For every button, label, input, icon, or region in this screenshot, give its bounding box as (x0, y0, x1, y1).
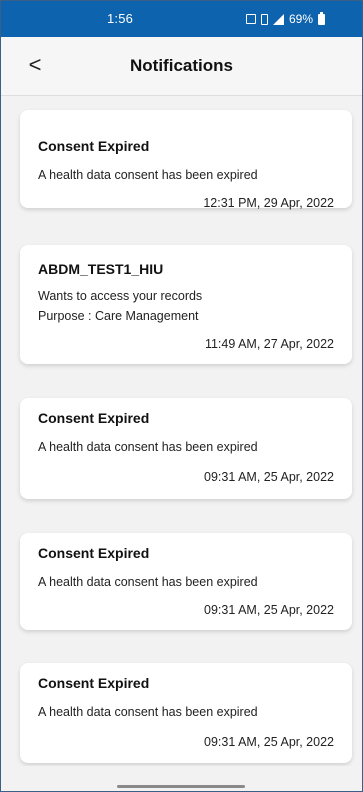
app-bar: < Notifications (1, 37, 362, 96)
notification-timestamp: 11:49 AM, 27 Apr, 2022 (204, 337, 334, 351)
page-title: Notifications (130, 56, 233, 75)
status-bar: 1:56 69% (1, 1, 362, 37)
sim-icon (246, 14, 256, 24)
vibrate-icon (261, 13, 268, 25)
notification-title: Consent Expired (38, 545, 150, 561)
notification-card[interactable]: Consent Expired A health data consent ha… (20, 110, 352, 210)
notification-timestamp: 09:31 AM, 25 Apr, 2022 (204, 470, 334, 484)
notification-card[interactable]: Consent Expired A health data consent ha… (20, 533, 352, 630)
notification-message: A health data consent has been expired (38, 705, 258, 719)
notification-message: A health data consent has been expired (38, 168, 258, 182)
notification-message: Wants to access your records (38, 289, 203, 303)
notification-timestamp: 12:31 PM, 29 Apr, 2022 (203, 196, 334, 210)
notification-card[interactable]: ABDM_TEST1_HIU Wants to access your reco… (20, 245, 352, 364)
status-time: 1:56 (107, 11, 134, 26)
status-icons: 69% (246, 10, 326, 28)
notification-card[interactable]: Consent Expired A health data consent ha… (20, 663, 352, 763)
notification-title: Consent Expired (38, 410, 150, 426)
home-indicator[interactable] (117, 785, 245, 788)
notification-message: A health data consent has been expired (38, 440, 258, 454)
app-screen: 1:56 69% < Notifications Consent Expired… (0, 0, 363, 792)
notification-card[interactable]: Consent Expired A health data consent ha… (20, 398, 352, 499)
notification-purpose: Purpose : Care Management (38, 309, 199, 323)
notification-title: Consent Expired (38, 138, 150, 154)
notification-title: ABDM_TEST1_HIU (38, 261, 164, 277)
notification-message: A health data consent has been expired (38, 575, 258, 589)
battery-percent: 69% (289, 12, 314, 26)
notification-list[interactable]: Consent Expired A health data consent ha… (1, 96, 362, 766)
battery-icon (318, 11, 326, 25)
notification-timestamp: 09:31 AM, 25 Apr, 2022 (204, 735, 334, 749)
notification-title: Consent Expired (38, 675, 150, 691)
notification-timestamp: 09:31 AM, 25 Apr, 2022 (204, 603, 334, 617)
signal-icon (273, 13, 284, 25)
